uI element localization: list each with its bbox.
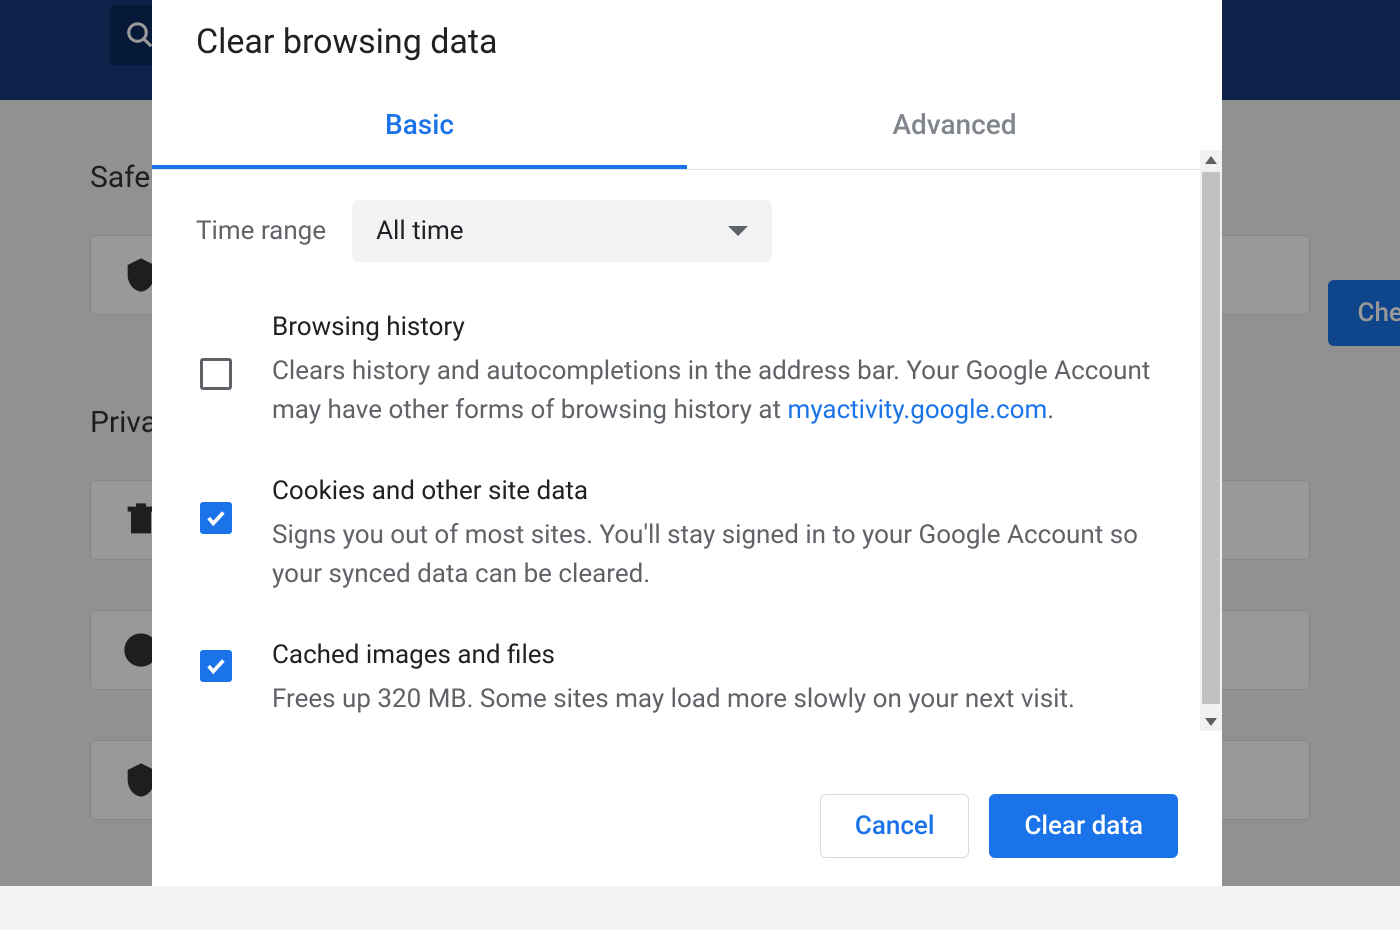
time-range-label: Time range	[196, 216, 326, 246]
clear-browsing-data-dialog: Clear browsing data Basic Advanced Time …	[152, 0, 1222, 886]
dialog-title: Clear browsing data	[152, 0, 1222, 90]
myactivity-link[interactable]: myactivity.google.com	[788, 395, 1048, 425]
scroll-down-icon[interactable]	[1205, 718, 1217, 726]
option-description: Signs you out of most sites. You'll stay…	[272, 516, 1178, 594]
tab-advanced[interactable]: Advanced	[687, 90, 1222, 169]
option-cached: Cached images and files Frees up 320 MB.…	[196, 640, 1178, 719]
time-range-row: Time range All time	[196, 200, 1178, 262]
cancel-button[interactable]: Cancel	[820, 794, 970, 858]
checkmark-icon	[205, 507, 227, 529]
dialog-body: Time range All time Browsing history Cle…	[152, 170, 1222, 768]
clear-data-button[interactable]: Clear data	[989, 794, 1178, 858]
option-title: Cached images and files	[272, 640, 1178, 670]
chevron-down-icon	[728, 226, 748, 236]
option-text: Cached images and files Frees up 320 MB.…	[272, 640, 1178, 719]
option-text: Cookies and other site data Signs you ou…	[272, 476, 1178, 594]
option-cookies: Cookies and other site data Signs you ou…	[196, 476, 1178, 594]
checkbox-cached[interactable]	[200, 650, 232, 682]
tab-basic[interactable]: Basic	[152, 90, 687, 169]
option-description: Clears history and autocompletions in th…	[272, 352, 1178, 430]
scroll-up-icon[interactable]	[1205, 156, 1217, 164]
checkbox-cookies[interactable]	[200, 502, 232, 534]
time-range-value: All time	[376, 216, 463, 246]
scrollbar-thumb[interactable]	[1202, 172, 1220, 704]
desc-suffix: .	[1047, 395, 1054, 425]
option-title: Cookies and other site data	[272, 476, 1178, 506]
time-range-select[interactable]: All time	[352, 200, 772, 262]
dialog-footer: Cancel Clear data	[152, 768, 1222, 886]
checkmark-icon	[205, 655, 227, 677]
option-title: Browsing history	[272, 312, 1178, 342]
checkbox-browsing-history[interactable]	[200, 358, 232, 390]
option-browsing-history: Browsing history Clears history and auto…	[196, 312, 1178, 430]
option-description: Frees up 320 MB. Some sites may load mor…	[272, 680, 1178, 719]
dialog-tabs: Basic Advanced	[152, 90, 1222, 170]
option-text: Browsing history Clears history and auto…	[272, 312, 1178, 430]
